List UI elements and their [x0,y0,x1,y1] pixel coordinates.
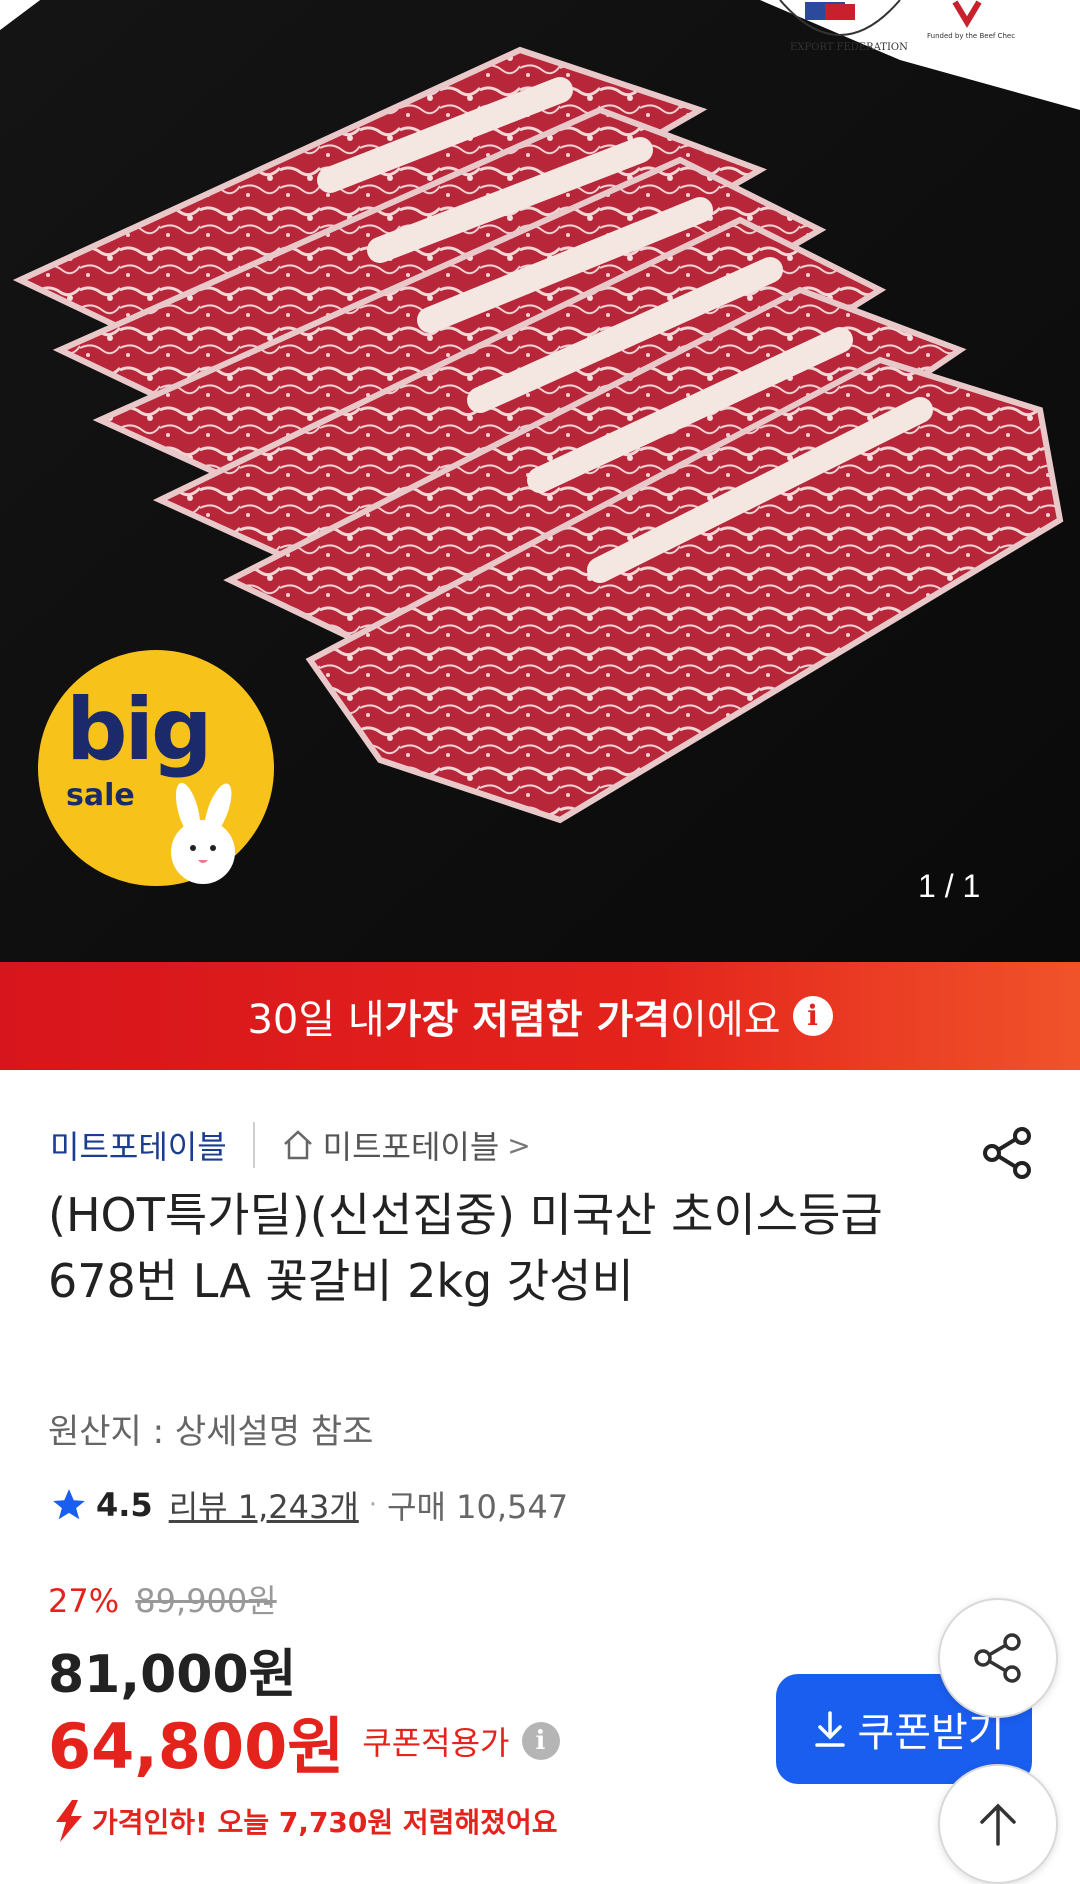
price-drop-icon [56,1800,82,1842]
arrow-up-icon [980,1803,1016,1846]
origin-info: 원산지 : 상세설명 참조 [48,1412,374,1452]
chevron-right-icon: > [507,1128,531,1162]
banner-text-strong: 가장 저렴한 가격 [384,997,671,1043]
image-counter: 1 / 1 [918,868,981,904]
review-link[interactable]: 리뷰 1,243개 [169,1482,359,1528]
coupon-price-row: 64,800원 쿠폰적용가 i [48,1706,560,1783]
rating-score: 4.5 [96,1486,153,1524]
banner-text-pre: 30일 내 [247,997,385,1043]
svg-text:Funded by the Beef Checkoff: Funded by the Beef Checkoff [927,32,1015,40]
banner-text-post: 이에요 [670,997,781,1043]
share-icon[interactable] [978,1124,1036,1182]
divider [252,1122,255,1168]
product-image[interactable]: EXPORT FEDERATION Funded by the Beef Che… [0,0,1080,962]
separator-dot: · [368,1490,378,1520]
seller-name-link[interactable]: 미트포테이블 [50,1122,227,1168]
rating-row: 4.5 리뷰 1,243개 · 구매 10,547 [50,1480,568,1530]
svg-text:EXPORT FEDERATION: EXPORT FEDERATION [790,42,908,53]
coupon-price-label: 쿠폰적용가 [362,1724,510,1762]
star-icon [53,1489,85,1520]
coupon-price: 64,800원 [48,1710,345,1783]
purchase-count: 구매 10,547 [387,1488,569,1526]
store-link[interactable]: 미트포테이블 [323,1122,500,1168]
discount-rate: 27% [48,1582,120,1620]
big-sale-badge: big sale [38,650,274,886]
seller-row: 미트포테이블 미트포테이블 > [50,1118,531,1172]
download-icon [815,1711,846,1747]
price-drop-note: 가격인하! 오늘 7,730원 저렴해졌어요 [48,1798,557,1844]
share-icon [974,1633,1021,1683]
rabbit-icon [171,782,235,884]
product-title: (HOT특가딜)(신선집중) 미국산 초이스등급 678번 LA 꽃갈비 2kg… [48,1188,883,1308]
badge-big-text: big [66,680,213,780]
price-drop-text: 가격인하! 오늘 7,730원 저렴해졌어요 [92,1806,558,1839]
info-icon[interactable]: i [792,996,833,1036]
lowest-price-banner[interactable]: 30일 내 가장 저렴한 가격 이에요 i [0,962,1080,1070]
badge-sale-text: sale [66,778,135,813]
export-federation-logo: EXPORT FEDERATION [779,0,908,53]
info-icon[interactable]: i [521,1722,560,1760]
home-icon [283,1130,312,1160]
discount-row: 27% 89,900원 [48,1576,277,1622]
original-price: 89,900원 [135,1582,277,1620]
scroll-to-top-button[interactable] [938,1764,1058,1884]
beef-checkoff-logo: Funded by the Beef Checkoff [927,0,1015,40]
floating-share-button[interactable] [938,1598,1058,1718]
